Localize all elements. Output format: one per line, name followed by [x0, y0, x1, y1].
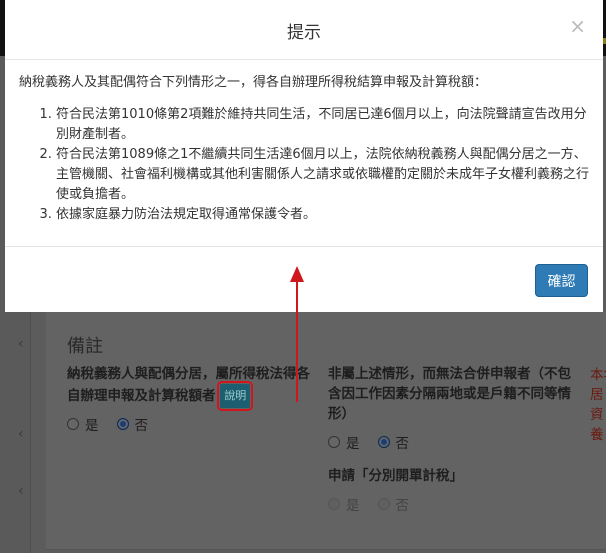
side-note-line: 居 — [590, 387, 604, 403]
q3-radio-no[interactable] — [377, 498, 390, 510]
q1-radio-group: 是 否 — [67, 414, 148, 434]
chevron-left-icon[interactable]: ‹ — [18, 336, 24, 352]
q1-radio-yes[interactable] — [67, 418, 79, 430]
q2-radio-group: 是 否 — [328, 432, 409, 452]
q3-label: 申請「分別開單計稅」 — [328, 468, 463, 484]
side-note-line: 本年 — [590, 367, 606, 383]
q3-radio-group: 是 否 — [328, 494, 409, 514]
q2-yes-label: 是 — [346, 436, 360, 452]
side-note-line: 資 — [590, 407, 604, 423]
chevron-left-icon[interactable]: ‹ — [18, 483, 24, 499]
side-note-line: 養 — [590, 427, 604, 443]
modal-intro: 納稅義務人及其配偶符合下列情形之一，得各自辦理所得稅結算申報及計算稅額： — [19, 75, 488, 90]
q1-radio-no[interactable] — [116, 418, 129, 430]
modal-title: 提示 — [287, 23, 321, 43]
condition-list: 符合民法第1010條第2項難於維持共同生活，不同居已達6個月以上，向法院聲請宣告… — [19, 105, 589, 225]
q1-label: 納稅義務人與配偶分居，屬所得稅法得各自辦理申報及計算稅額者 說明 — [67, 364, 312, 411]
q2-label: 非屬上述情形，而無法合併申報者（不包含因工作因素分隔兩地或是戶籍不同等情形） — [328, 366, 571, 422]
q3-radio-yes[interactable] — [328, 498, 340, 510]
chevron-left-icon[interactable]: ‹ — [18, 426, 24, 442]
q1-no-label: 否 — [134, 418, 149, 434]
list-item: 符合民法第1089條之1不繼續共同生活達6個月以上，法院依納稅義務人與配偶分居之… — [56, 145, 589, 205]
q3-yes-label: 是 — [346, 498, 360, 514]
help-button[interactable]: 說明 — [217, 381, 254, 411]
q2-radio-yes[interactable] — [328, 436, 340, 448]
modal-header: 提示 × — [5, 0, 603, 60]
q1-text: 納稅義務人與配偶分居，屬所得稅法得各自辦理申報及計算稅額者 — [67, 366, 310, 404]
q2-radio-no[interactable] — [377, 436, 390, 448]
side-note: 本年 居 資 養 — [590, 365, 606, 445]
confirm-button[interactable]: 確認 — [535, 264, 588, 297]
section-title: 備註 — [67, 336, 103, 357]
close-icon[interactable]: × — [569, 14, 586, 38]
annotation-arrow-line — [296, 280, 298, 402]
q2-no-label: 否 — [395, 436, 410, 452]
list-item: 符合民法第1010條第2項難於維持共同生活，不同居已達6個月以上，向法院聲請宣告… — [56, 105, 589, 145]
q3-no-label: 否 — [395, 498, 410, 514]
annotation-arrow-head-icon — [290, 266, 304, 282]
info-modal: 提示 × 納稅義務人及其配偶符合下列情形之一，得各自辦理所得稅結算申報及計算稅額… — [5, 0, 603, 312]
list-item: 依據家庭暴力防治法規定取得通常保護令者。 — [56, 205, 589, 225]
q1-yes-label: 是 — [85, 418, 99, 434]
modal-body: 納稅義務人及其配偶符合下列情形之一，得各自辦理所得稅結算申報及計算稅額： 符合民… — [5, 60, 603, 247]
